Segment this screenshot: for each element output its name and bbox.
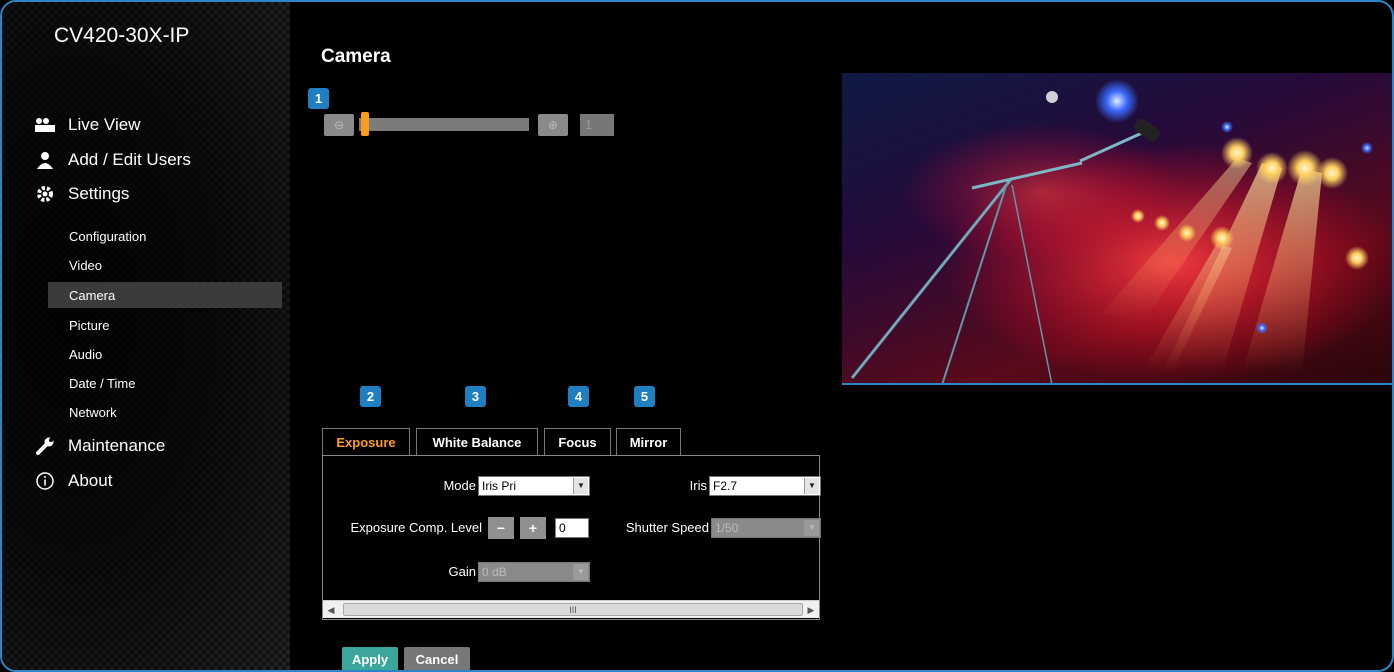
callout-badge: 2: [360, 386, 381, 407]
user-icon: [32, 149, 58, 171]
chevron-down-icon: ▼: [573, 478, 588, 494]
callout-badge: 3: [465, 386, 486, 407]
gain-label: Gain: [448, 564, 476, 579]
app-frame: CV420-30X-IP Live View Add / Edit Users …: [0, 0, 1394, 672]
mode-label: Mode: [443, 478, 476, 493]
gain-value: 0 dB: [482, 565, 507, 579]
gain-select[interactable]: 0 dB ▼: [478, 562, 590, 582]
video-camera-icon: [32, 114, 58, 136]
sidebar-item-label: Live View: [68, 115, 141, 134]
sidebar-item-label: About: [68, 471, 113, 490]
scroll-grip: III: [569, 604, 577, 615]
sidebar-item-users[interactable]: Add / Edit Users: [32, 149, 191, 171]
callout-badge: 1: [308, 88, 329, 109]
sidebar: CV420-30X-IP Live View Add / Edit Users …: [2, 2, 290, 670]
stage-image: [850, 79, 1392, 383]
tab-mirror[interactable]: Mirror: [616, 428, 681, 456]
sidebar-item-about[interactable]: About: [32, 470, 112, 492]
sidebar-item-live-view[interactable]: Live View: [32, 114, 140, 136]
exposure-comp-minus-button[interactable]: −: [488, 517, 514, 539]
zoom-slider-handle[interactable]: [361, 112, 369, 136]
tab-white-balance[interactable]: White Balance: [416, 428, 538, 456]
apply-button[interactable]: Apply: [342, 647, 398, 670]
shutter-speed-value: 1/50: [715, 521, 739, 535]
sidebar-item-audio[interactable]: Audio: [69, 347, 102, 362]
iris-select[interactable]: F2.7 ▼: [709, 476, 821, 496]
sidebar-item-label: Add / Edit Users: [68, 150, 191, 169]
exposure-comp-label: Exposure Comp. Level: [350, 520, 482, 535]
chevron-down-icon: ▼: [573, 564, 588, 580]
sidebar-item-picture[interactable]: Picture: [69, 318, 109, 333]
sidebar-item-maintenance[interactable]: Maintenance: [32, 435, 165, 457]
iris-value: F2.7: [713, 479, 738, 493]
exposure-comp-plus-button[interactable]: +: [520, 517, 546, 539]
mode-value: Iris Pri: [482, 479, 516, 493]
sidebar-item-date-time[interactable]: Date / Time: [69, 376, 135, 391]
sidebar-item-label: Settings: [68, 184, 130, 203]
chevron-down-icon: ▼: [804, 478, 819, 494]
zoom-value: 1: [580, 114, 614, 136]
chevron-down-icon: ▼: [804, 520, 819, 536]
sidebar-item-configuration[interactable]: Configuration: [69, 229, 146, 244]
zoom-out-icon: ⊖: [333, 118, 345, 132]
sidebar-item-network[interactable]: Network: [69, 405, 117, 420]
exposure-comp-input[interactable]: 0: [555, 518, 589, 538]
camera-preview: [842, 73, 1392, 385]
scroll-left-icon[interactable]: ◀: [323, 601, 339, 619]
callout-badge: 5: [634, 386, 655, 407]
tab-focus[interactable]: Focus: [544, 428, 611, 456]
sidebar-item-camera[interactable]: Camera: [69, 288, 115, 303]
sidebar-item-settings[interactable]: Settings: [32, 183, 129, 205]
zoom-in-button[interactable]: ⊕: [538, 114, 568, 136]
sidebar-item-label: Maintenance: [68, 436, 166, 455]
sidebar-item-video[interactable]: Video: [69, 258, 102, 273]
scroll-thumb[interactable]: III: [343, 603, 803, 616]
zoom-in-icon: ⊕: [547, 118, 559, 132]
scroll-right-icon[interactable]: ▶: [803, 601, 819, 619]
tab-exposure[interactable]: Exposure: [322, 428, 410, 456]
shutter-speed-label: Shutter Speed: [625, 520, 709, 535]
model-name: CV420-30X-IP: [54, 24, 190, 47]
shutter-speed-select[interactable]: 1/50 ▼: [711, 518, 821, 538]
wrench-icon: [32, 435, 58, 457]
mode-select[interactable]: Iris Pri ▼: [478, 476, 590, 496]
horizontal-scrollbar[interactable]: ◀ III ▶: [323, 600, 819, 618]
zoom-slider-track[interactable]: [359, 118, 529, 131]
zoom-out-button[interactable]: ⊖: [324, 114, 354, 136]
page-title: Camera: [321, 46, 391, 67]
info-icon: [32, 470, 58, 492]
iris-label: Iris: [689, 478, 707, 493]
gear-icon: [32, 183, 58, 205]
cancel-button[interactable]: Cancel: [404, 647, 470, 670]
callout-badge: 4: [568, 386, 589, 407]
